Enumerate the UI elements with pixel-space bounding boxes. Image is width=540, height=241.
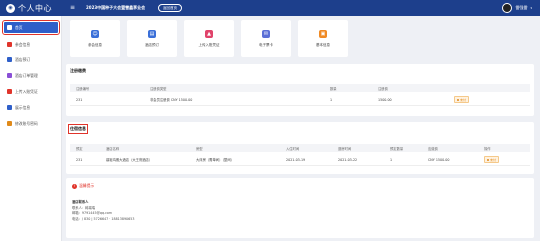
- quick-action-label: 上传入账凭证: [198, 42, 220, 47]
- ticket-icon: ✉: [262, 29, 270, 38]
- unpaid-dot-icon: [457, 98, 459, 101]
- registration-type: 非会员注册费 CNY 1500.00: [150, 98, 193, 102]
- sidebar-item-label: 修改账号密码: [15, 120, 38, 126]
- top-bar: ◉ 个人中心 ≡ 2023中国种子大会暨雪鑫茅业会 返回首页 雷强雷 ▾: [0, 0, 540, 16]
- registration-id: 231: [76, 97, 83, 102]
- lock-icon: [7, 121, 12, 126]
- hotel-booking-id: 231: [76, 157, 83, 162]
- checkout-date: 2021-03-22: [338, 157, 358, 162]
- checkin-date: 2021-03-19: [286, 157, 306, 162]
- hotel-icon: ▤: [148, 29, 156, 38]
- upload-icon: [7, 89, 12, 94]
- sidebar-item-label: 展示信息: [15, 104, 31, 110]
- home-icon: [7, 25, 12, 30]
- quick-action-attendee-info[interactable]: ☺ 参会信息: [70, 20, 120, 57]
- column-header: 注册费: [378, 86, 388, 91]
- user-menu[interactable]: 雷强雷 ▾: [502, 3, 532, 13]
- username[interactable]: 雷强雷: [515, 5, 527, 11]
- column-header: 酒店名称: [106, 146, 120, 151]
- user-icon: [7, 42, 12, 47]
- quick-action-e-ticket[interactable]: ✉ 电子票卡: [241, 20, 291, 57]
- booking-count: 1: [390, 157, 393, 162]
- sidebar-item-hotel-orders[interactable]: 酒店订单管理: [4, 70, 58, 81]
- quick-action-label: 基本信息: [316, 42, 330, 47]
- column-header: 房型: [196, 146, 203, 151]
- sidebar-item-label: 酒店预订: [15, 56, 31, 62]
- notice-text[interactable]: 温馨提示: [79, 183, 94, 189]
- column-header: 数量: [330, 86, 337, 91]
- sidebar-item-label: 酒店订单管理: [15, 72, 38, 78]
- hotel-title: 住宿信息: [67, 123, 89, 135]
- quick-action-label: 参会信息: [88, 42, 102, 47]
- registration-fee: 1500.00: [378, 97, 392, 102]
- column-header: 注册费类型: [150, 86, 167, 91]
- column-header: 预定数量: [390, 146, 404, 151]
- registration-qty: 1: [330, 97, 333, 102]
- sidebar-item-home[interactable]: 首页: [2, 20, 60, 35]
- app-title: 个人中心: [18, 3, 52, 13]
- table-row: 231 鼎裕鸿雅大酒店（大王府酒店） 大床房（需单间）（整间） 2021-03-…: [70, 154, 530, 166]
- sidebar-item-label: 上传入账凭证: [15, 88, 38, 94]
- menu-toggle-icon[interactable]: ≡: [70, 5, 75, 11]
- sidebar-item-display-info[interactable]: 展示信息: [4, 102, 58, 113]
- status-label: 未付: [460, 97, 467, 102]
- contact-phone: 电话：/ 830 | 5726647 · 18813890653: [72, 216, 135, 221]
- column-header: 应缴费: [428, 146, 438, 151]
- sidebar-item-label: 首页: [15, 24, 23, 30]
- user-center-logo-icon: ◉: [6, 3, 15, 13]
- table-row: 231 非会员注册费 CNY 1500.00 1 1500.00 未付: [70, 94, 530, 106]
- back-home-button[interactable]: 返回首页: [158, 4, 182, 12]
- room-type: 大床房（需单间）（整间）: [196, 158, 234, 162]
- column-header: 入住时间: [286, 146, 300, 151]
- sidebar-item-change-password[interactable]: 修改账号密码: [4, 118, 58, 129]
- quick-action-basic-info[interactable]: ▣ 基本信息: [298, 20, 348, 57]
- quick-action-hotel-booking[interactable]: ▤ 酒店预订: [127, 20, 177, 57]
- column-header: 预定: [76, 146, 83, 151]
- column-header: 注册编号: [76, 86, 90, 91]
- warm-notice[interactable]: ! 温馨提示: [72, 183, 94, 189]
- status-badge[interactable]: 未付: [484, 154, 500, 165]
- status-badge[interactable]: 未付: [454, 94, 470, 105]
- sidebar-item-label: 参会信息: [15, 41, 31, 47]
- column-header: 操作: [484, 146, 491, 151]
- event-name: 2023中国种子大会暨雪鑫茅业会: [86, 5, 146, 10]
- registration-title: 注册缴费: [70, 68, 86, 73]
- hotel-panel: 住宿信息 预定 酒店名称 房型 入住时间 退房时间 预定数量 应缴费 操作 23…: [66, 122, 534, 174]
- info-icon: ▣: [319, 29, 327, 38]
- info-panel: [66, 178, 534, 238]
- hotel-contact: 酒店联系人 联系人：韩瑞瑞 邮箱：9791445@qq.com 电话：/ 830…: [72, 200, 134, 222]
- sidebar-item-upload-receipt[interactable]: 上传入账凭证: [4, 86, 58, 97]
- quick-action-label: 电子票卡: [259, 42, 273, 47]
- alert-icon: !: [72, 183, 77, 189]
- brand: ◉ 个人中心: [0, 0, 62, 16]
- avatar[interactable]: [502, 3, 513, 13]
- column-header: 退房时间: [338, 146, 352, 151]
- registration-panel: 注册缴费 注册编号 注册费类型 数量 注册费 231 非会员注册费 CNY 15…: [66, 64, 534, 116]
- user-icon: ☺: [91, 29, 99, 38]
- sidebar: 首页 参会信息 酒店预订 酒店订单管理 上传入账凭证 展示信息 修改账号密码: [0, 16, 62, 241]
- hotel-name: 鼎裕鸿雅大酒店（大王府酒店）: [106, 158, 153, 162]
- unpaid-dot-icon: [487, 158, 489, 161]
- quick-action-label: 酒店预订: [145, 42, 159, 47]
- order-icon: [7, 73, 12, 78]
- hotel-fee: CNY 1500.00: [428, 157, 450, 162]
- sidebar-item-attendee-info[interactable]: 参会信息: [4, 39, 58, 50]
- sidebar-item-hotel-booking[interactable]: 酒店预订: [4, 54, 58, 65]
- status-label: 未付: [490, 157, 497, 162]
- display-icon: [7, 105, 12, 110]
- upload-icon: ▲: [205, 29, 213, 38]
- quick-action-upload-receipt[interactable]: ▲ 上传入账凭证: [184, 20, 234, 57]
- chevron-down-icon[interactable]: ▾: [530, 6, 532, 10]
- registration-table-header: 注册编号 注册费类型 数量 注册费: [70, 84, 530, 92]
- hotel-table-header: 预定 酒店名称 房型 入住时间 退房时间 预定数量 应缴费 操作: [70, 144, 530, 152]
- hotel-icon: [7, 57, 12, 62]
